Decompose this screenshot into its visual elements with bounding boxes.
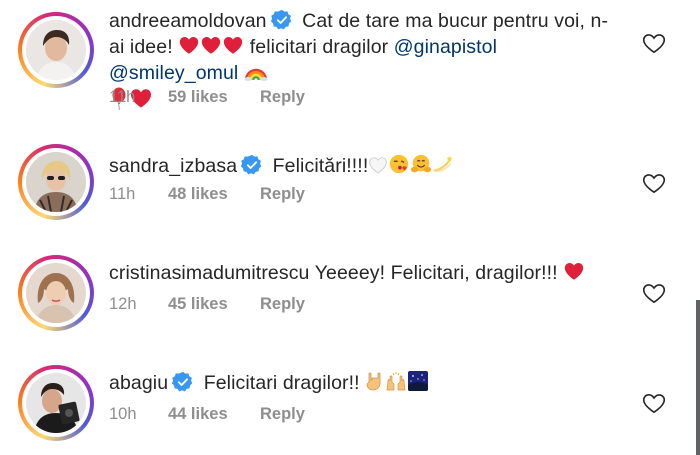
likes-count[interactable]: 45 likes [168, 295, 260, 314]
avatar[interactable] [18, 144, 94, 220]
scrollbar[interactable] [696, 300, 700, 455]
verified-badge-icon [241, 154, 263, 176]
rock-hand-emoji [366, 372, 381, 391]
mention-link[interactable]: @smiley_omul [109, 62, 238, 84]
comment-text-3: felicitari dragilor [249, 36, 389, 58]
night-sky-emoji [408, 371, 429, 391]
comment-text-2: idee! [129, 36, 173, 58]
verified-badge-icon [172, 371, 194, 393]
red-heart-emoji [178, 34, 200, 56]
heart-outline-icon[interactable] [641, 390, 667, 416]
comment-time: 11h [109, 185, 136, 203]
reply-button[interactable]: Reply [260, 88, 305, 107]
comment-text: Felicitari dragilor!! [203, 372, 360, 394]
verified-badge-icon [271, 9, 293, 31]
username[interactable]: cristinasimadumitrescu [109, 262, 310, 284]
avatar[interactable] [18, 12, 94, 88]
avatar-image [26, 373, 86, 433]
likes-count[interactable]: 59 likes [168, 88, 260, 107]
comment-time: 10h [109, 405, 137, 423]
red-heart-emoji [200, 34, 222, 56]
avatar-image [26, 152, 86, 212]
red-heart-emoji [222, 34, 244, 56]
likes-count[interactable]: 48 likes [168, 185, 260, 204]
kiss-emoji [390, 154, 409, 174]
reply-button[interactable]: Reply [260, 185, 305, 204]
likes-count[interactable]: 44 likes [168, 405, 260, 424]
comment-text: Yeeeey! Felicitari, dragilor!!! [314, 262, 558, 284]
reply-button[interactable]: Reply [260, 295, 305, 314]
username[interactable]: sandra_izbasa [109, 155, 237, 177]
username[interactable]: abagiu [109, 372, 168, 394]
red-heart-emoji [563, 260, 585, 282]
mention-link[interactable]: @ginapistol [394, 36, 497, 58]
dizzy-emoji [433, 155, 453, 173]
avatar-image [26, 20, 86, 80]
comment-time: 11h [109, 88, 136, 106]
rainbow-emoji [244, 68, 268, 81]
avatar[interactable] [18, 255, 94, 331]
heart-outline-icon[interactable] [641, 170, 667, 196]
heart-outline-icon[interactable] [641, 280, 667, 306]
white-heart-emoji [369, 157, 388, 174]
comment-time: 12h [109, 295, 137, 313]
username[interactable]: andreeamoldovan [109, 10, 267, 32]
reply-button[interactable]: Reply [260, 405, 305, 424]
comment-text: Felicitări!!!! [272, 155, 369, 177]
avatar[interactable] [18, 365, 94, 441]
avatar-image [26, 263, 86, 323]
raised-hands-emoji [386, 372, 406, 391]
heart-outline-icon[interactable] [641, 30, 667, 56]
hugging-emoji [411, 154, 432, 173]
